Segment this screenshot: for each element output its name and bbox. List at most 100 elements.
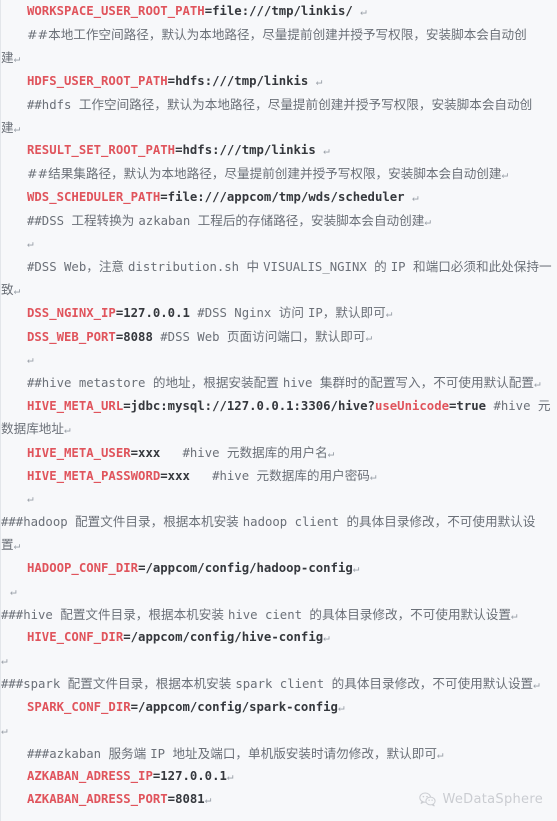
token-cmt-cjk: 配置文件目录，根据本机安装 xyxy=(60,606,228,622)
code-line: ###hive 配置文件目录，根据本机安装 hive cient 的具体目录修改… xyxy=(1,603,557,626)
token-pilcrow: ↵ xyxy=(10,584,17,598)
token-cmt-cjk: 的具体目录修改，不可使用默认设 xyxy=(346,514,536,530)
token-key: HADOOP_CONF_DIR xyxy=(27,560,139,575)
code-line: ###spark 配置文件目录，根据本机安装 spark client 的具体目… xyxy=(1,672,557,695)
code-line: WDS_SCHEDULER_PATH=file:///appcom/tmp/wd… xyxy=(1,186,557,209)
token-pilcrow: ↵ xyxy=(27,491,34,505)
token-cmt: ##hdfs xyxy=(27,97,79,112)
token-cmt: #hive xyxy=(160,445,227,460)
token-key: AZKABAN_ADRESS_PORT xyxy=(27,792,168,807)
token-val: =xxx xyxy=(160,468,190,483)
token-key: DSS_WEB_PORT xyxy=(27,329,116,344)
token-key: RESULT_SET_ROOT_PATH xyxy=(27,143,176,158)
token-cmt: ###azkaban xyxy=(27,747,109,761)
token-val: =file:///appcom/tmp/wds/scheduler xyxy=(160,189,412,204)
token-cmt-cjk: 的具体目录修改，不可使用默认设置 xyxy=(331,676,534,692)
token-cmt: IP xyxy=(307,306,323,321)
token-cmt-cjk: ##本地工作空间路径，默认为本地路径，尽量提前创建并授予写权限，安装脚本会自动创 xyxy=(27,27,527,43)
code-line: 建↵ xyxy=(1,46,557,69)
token-cmt-cjk: 中 xyxy=(246,259,264,275)
token-pilcrow: ↵ xyxy=(13,539,21,553)
token-pilcrow: ↵ xyxy=(369,469,377,483)
token-cmt: IP xyxy=(390,260,413,275)
token-cmt: IP xyxy=(150,747,173,761)
code-line: ↵ xyxy=(1,649,557,672)
token-cmt-cjk: 数据库地址 xyxy=(1,421,64,437)
token-cmt: hive cient xyxy=(227,607,310,622)
code-line: 建↵ xyxy=(1,116,557,139)
token-val: =file:///tmp/linkis/ xyxy=(204,4,361,18)
token-val: =8088 xyxy=(115,329,153,344)
code-line: HADOOP_CONF_DIR=/appcom/config/hadoop-co… xyxy=(1,557,557,580)
code-line: ↵ xyxy=(1,232,557,255)
token-cmt-cjk: 建 xyxy=(1,50,14,66)
token-cmt-cjk: 的具体目录修改，不可使用默认设置 xyxy=(309,606,511,622)
token-pilcrow: ↵ xyxy=(360,5,367,18)
code-line: HDFS_USER_ROOT_PATH=hdfs:///tmp/linkis ↵ xyxy=(1,70,557,93)
token-val: =/appcom/config/hive-config xyxy=(123,630,324,645)
code-line: ##本地工作空间路径，默认为本地路径，尽量提前创建并授予写权限，安装脚本会自动创 xyxy=(1,23,557,46)
token-cmt: spark client xyxy=(235,677,332,692)
token-cmt: #DSS Nginx xyxy=(189,306,279,321)
token-cmt-cjk: 访问 xyxy=(278,305,308,321)
token-cmt-cjk: 工作空间路径，默认为本地路径，尽量提前创建并授予写权限，安装脚本会自动创 xyxy=(78,96,533,112)
code-line: ↵ xyxy=(1,580,557,603)
token-cmt: azkaban xyxy=(138,213,198,228)
code-line: RESULT_SET_ROOT_PATH=hdfs:///tmp/linkis … xyxy=(1,139,557,162)
code-line: AZKABAN_ADRESS_IP=127.0.0.1↵ xyxy=(1,765,557,788)
token-pilcrow: ↵ xyxy=(13,121,21,135)
token-val: =127.0.0.1 xyxy=(152,769,227,784)
code-line: DSS_WEB_PORT=8088 #DSS Web 页面访问端口，默认即可↵ xyxy=(1,325,557,348)
token-cmt-cjk: 元数据库的用户名 xyxy=(226,444,328,460)
token-key: WDS_SCHEDULER_PATH xyxy=(27,189,161,204)
token-cmt: ##hive metastore xyxy=(27,376,153,390)
token-pilcrow: ↵ xyxy=(1,723,8,737)
token-cmt-cjk: 建 xyxy=(1,119,14,135)
token-pilcrow: ↵ xyxy=(323,144,330,158)
token-key: HIVE_META_USER xyxy=(27,445,131,460)
token-cmt-cjk: 和端口必须和此处保持一 xyxy=(413,259,552,275)
token-key: AZKABAN_ADRESS_IP xyxy=(27,769,153,784)
code-line: HIVE_META_USER=xxx #hive 元数据库的用户名↵ xyxy=(1,441,557,464)
token-pilcrow: ↵ xyxy=(13,284,21,298)
code-line: SPARK_CONF_DIR=/appcom/config/spark-conf… xyxy=(1,696,557,719)
token-cmt: VISUALIS_NGINX xyxy=(263,260,375,275)
token-key: HIVE_META_PASSWORD xyxy=(27,468,161,483)
token-val: =/appcom/config/hadoop-config xyxy=(138,560,353,575)
code-line: DSS_NGINX_IP=127.0.0.1 #DSS Nginx 访问 IP，… xyxy=(1,301,557,324)
token-val: =hdfs:///tmp/linkis xyxy=(175,143,324,158)
code-lines-container[interactable]: WORKSPACE_USER_ROOT_PATH=file:///tmp/lin… xyxy=(1,0,557,821)
token-cmt-cjk: ，默认即可 xyxy=(322,305,386,321)
token-cmt-cjk: 元 xyxy=(537,398,551,414)
token-cmt-cjk: 工程后的存储路径，安装脚本会自动创建 xyxy=(197,212,425,228)
token-pilcrow: ↵ xyxy=(315,74,323,88)
token-pilcrow: ↵ xyxy=(63,423,71,437)
token-key: HDFS_USER_ROOT_PATH xyxy=(27,73,168,88)
token-cmt-cjk: 的 xyxy=(374,259,391,275)
token-val: =/appcom/config/spark-config xyxy=(130,699,338,714)
code-line: 数据库地址↵ xyxy=(1,417,557,440)
token-val: =8081 xyxy=(167,792,205,807)
code-line: ###azkaban 服务端 IP 地址及端口，单机版安装时请勿修改，默认即可↵ xyxy=(1,742,557,765)
token-pilcrow: ↵ xyxy=(533,678,540,692)
code-line: ↵ xyxy=(1,348,557,371)
token-cmt-cjk: 置 xyxy=(1,537,14,553)
token-cmt: hive xyxy=(282,376,320,390)
token-pilcrow: ↵ xyxy=(337,700,345,714)
token-cmt: #DSS Web xyxy=(27,260,87,275)
code-line: ↵ xyxy=(1,719,557,742)
token-pilcrow: ↵ xyxy=(27,236,34,250)
token-cmt: ###hive xyxy=(1,607,61,622)
token-cmt: ###spark xyxy=(1,677,68,692)
token-pilcrow: ↵ xyxy=(533,377,541,390)
code-line: HIVE_META_URL=jdbc:mysql://127.0.0.1:330… xyxy=(1,394,557,417)
token-pilcrow: ↵ xyxy=(327,446,335,460)
code-line: HIVE_CONF_DIR=/appcom/config/hive-config… xyxy=(1,626,557,649)
token-key: HIVE_CONF_DIR xyxy=(27,630,124,645)
token-pilcrow: ↵ xyxy=(13,52,21,66)
token-cmt-cjk: 元数据库的用户密码 xyxy=(256,467,370,483)
token-cmt-cjk: 服务端 xyxy=(108,746,151,761)
code-line: ##hdfs 工作空间路径，默认为本地路径，尽量提前创建并授予写权限，安装脚本会… xyxy=(1,93,557,116)
token-pilcrow: ↵ xyxy=(323,631,330,645)
token-key: useUnicode xyxy=(374,399,450,414)
